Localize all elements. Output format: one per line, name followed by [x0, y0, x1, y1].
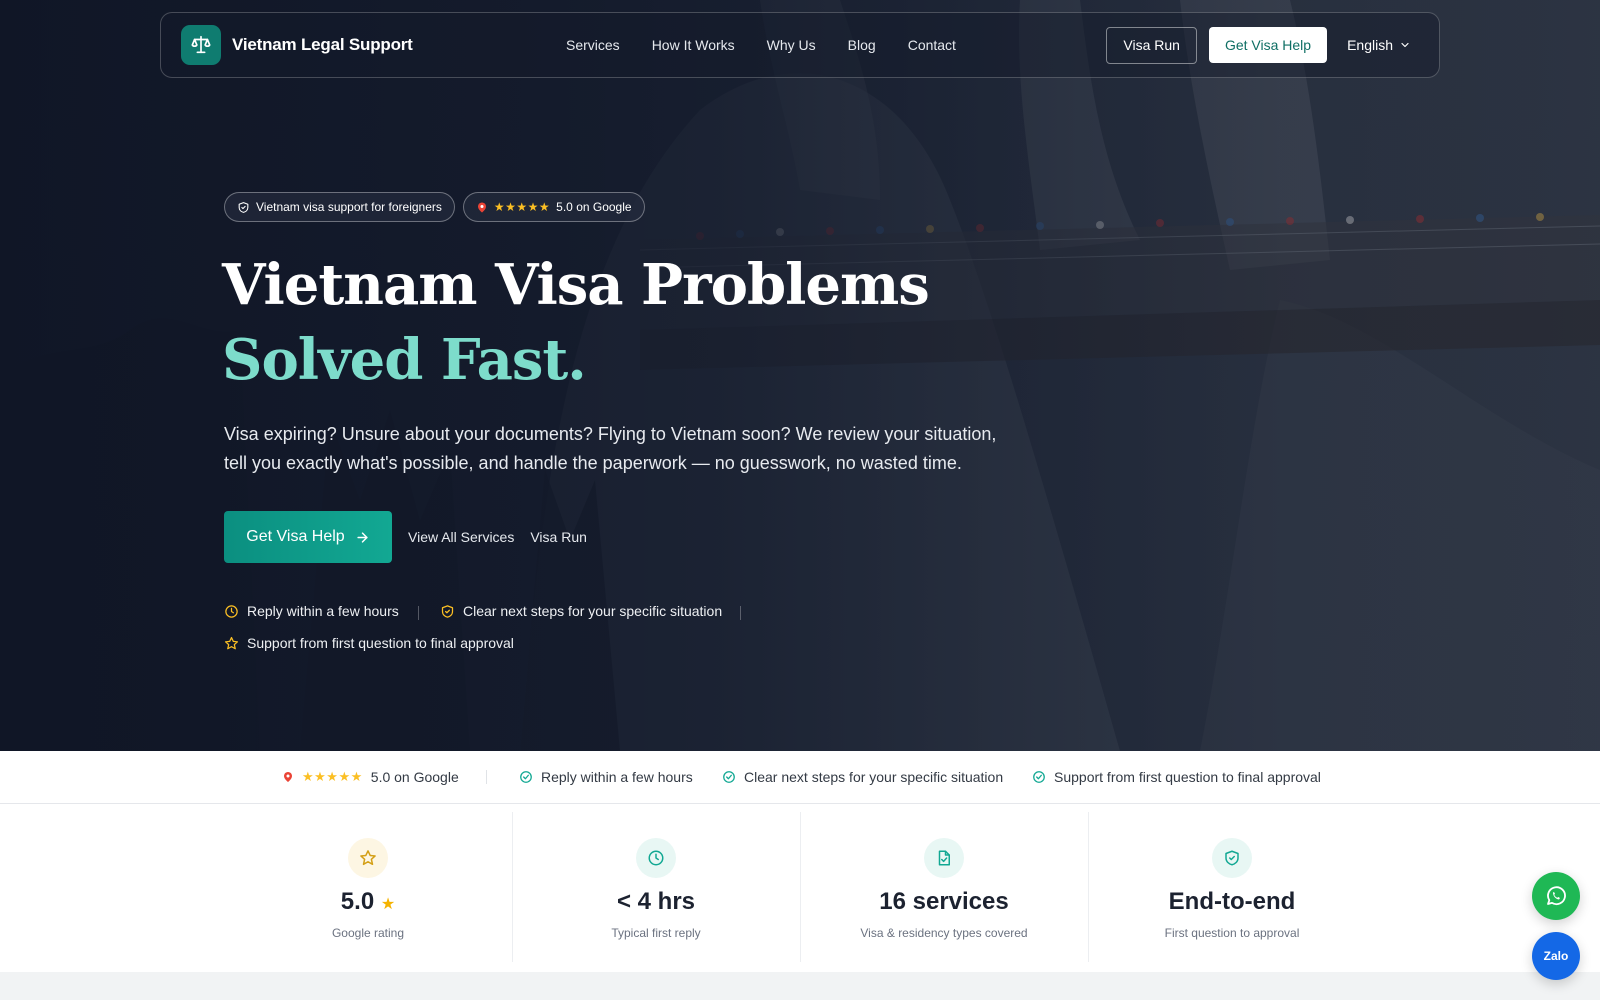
- visa-run-button[interactable]: Visa Run: [1106, 26, 1197, 64]
- stat-label: Typical first reply: [611, 926, 701, 940]
- stat-value: 5.0 ★: [224, 888, 512, 916]
- stat-label: Visa & residency types covered: [860, 926, 1028, 940]
- nav-links: Services How It Works Why Us Blog Contac…: [566, 13, 956, 77]
- headline-accent: Solved Fast.: [222, 327, 587, 393]
- trust-bar: ★★★★★ 5.0 on Google Reply within a few h…: [0, 751, 1600, 804]
- whatsapp-icon: [1547, 886, 1566, 906]
- stat-end-to-end: End-to-end First question to approval: [1088, 804, 1376, 962]
- feature-support: Support from first question to final app…: [224, 635, 514, 651]
- pill-rating-text: 5.0 on Google: [556, 200, 632, 214]
- star-icon: [348, 838, 388, 878]
- chevron-down-icon: [1401, 42, 1409, 48]
- trust-reply: Reply within a few hours: [519, 751, 693, 803]
- clock-icon: [636, 838, 676, 878]
- trust-rating-text: 5.0 on Google: [370, 769, 459, 785]
- map-pin-icon: [477, 202, 486, 212]
- headline-main: Vietnam Visa Problems: [222, 252, 930, 318]
- language-label: English: [1347, 37, 1393, 53]
- hero-pills: Vietnam visa support for foreigners ★★★★…: [224, 192, 645, 222]
- stat-value-number: 5.0: [340, 888, 375, 915]
- trust-google-rating: ★★★★★ 5.0 on Google: [282, 751, 459, 803]
- map-pin-icon: [284, 772, 292, 782]
- stat-value: < 4 hrs: [616, 888, 696, 915]
- trust-support: Support from first question to final app…: [1032, 751, 1321, 803]
- document-check-icon: [924, 838, 964, 878]
- stat-value-star: ★: [380, 896, 396, 913]
- stat-label: Google rating: [331, 926, 405, 940]
- stat-value: 16 services: [879, 888, 1009, 915]
- trust-next-steps: Clear next steps for your specific situa…: [722, 751, 1003, 803]
- hero-cta-row: Get Visa Help View All Services Visa Run: [224, 511, 587, 563]
- scales-icon: [181, 25, 221, 65]
- get-visa-help-label: Get Visa Help: [246, 528, 345, 545]
- nav-actions: Visa Run Get Visa Help English: [1106, 13, 1411, 77]
- feature-next-steps-text: Clear next steps for your specific situa…: [463, 603, 723, 619]
- get-visa-help-nav-button[interactable]: Get Visa Help: [1208, 27, 1328, 63]
- check-circle-icon: [723, 771, 735, 783]
- trust-divider: [486, 770, 487, 784]
- visa-run-link[interactable]: Visa Run: [530, 529, 587, 545]
- hero-headline: Vietnam Visa Problems Solved Fast.: [222, 248, 1022, 398]
- pill-visa-support-text: Vietnam visa support for foreigners: [256, 200, 442, 214]
- shield-check-icon: [238, 201, 249, 213]
- stat-first-reply: < 4 hrs Typical first reply: [512, 804, 800, 962]
- trust-stars: ★★★★★: [302, 769, 363, 784]
- shield-check-icon: [441, 604, 454, 618]
- feature-divider: [740, 606, 741, 620]
- get-visa-help-button[interactable]: Get Visa Help: [224, 511, 392, 563]
- hero-subtext: Visa expiring? Unsure about your documen…: [224, 424, 997, 473]
- shield-check-icon: [1212, 838, 1252, 878]
- stats-section: 5.0 ★ Google rating < 4 hrs Typical firs…: [0, 804, 1600, 972]
- whatsapp-button[interactable]: [1532, 872, 1580, 920]
- feature-reply-text: Reply within a few hours: [247, 603, 399, 619]
- nav-link-contact[interactable]: Contact: [908, 37, 956, 53]
- nav-link-blog[interactable]: Blog: [848, 37, 876, 53]
- nav-link-services[interactable]: Services: [566, 37, 620, 53]
- feature-support-text: Support from first question to final app…: [247, 635, 514, 651]
- nav-link-how-it-works[interactable]: How It Works: [652, 37, 735, 53]
- trust-support-text: Support from first question to final app…: [1054, 769, 1321, 785]
- feature-reply: Reply within a few hours: [224, 603, 399, 619]
- arrow-right-icon: [357, 531, 368, 543]
- view-all-services-link[interactable]: View All Services: [408, 529, 514, 545]
- trust-next-steps-text: Clear next steps for your specific situa…: [744, 769, 1004, 785]
- stat-value: End-to-end: [1168, 888, 1296, 915]
- check-circle-icon: [520, 771, 532, 783]
- nav-link-why-us[interactable]: Why Us: [767, 37, 816, 53]
- star-icon: [224, 636, 239, 649]
- feature-next-steps: Clear next steps for your specific situa…: [440, 603, 722, 619]
- trust-reply-text: Reply within a few hours: [541, 769, 693, 785]
- check-circle-icon: [1033, 771, 1045, 783]
- rating-stars: ★★★★★: [493, 200, 551, 214]
- stat-services: 16 services Visa & residency types cover…: [800, 804, 1088, 962]
- brand-name: Vietnam Legal Support: [232, 35, 413, 54]
- stat-label: First question to approval: [1164, 926, 1300, 940]
- brand[interactable]: Vietnam Legal Support: [181, 25, 413, 65]
- zalo-button[interactable]: Zalo: [1532, 932, 1580, 980]
- pill-google-rating: ★★★★★ 5.0 on Google: [462, 192, 645, 222]
- stat-google-rating: 5.0 ★ Google rating: [224, 804, 512, 962]
- clock-icon: [225, 604, 238, 618]
- top-navbar: Vietnam Legal Support Services How It Wo…: [160, 12, 1440, 78]
- language-selector[interactable]: English: [1347, 37, 1411, 53]
- zalo-label: Zalo: [1543, 949, 1569, 963]
- pill-visa-support: Vietnam visa support for foreigners: [224, 192, 455, 222]
- feature-divider: [418, 606, 419, 620]
